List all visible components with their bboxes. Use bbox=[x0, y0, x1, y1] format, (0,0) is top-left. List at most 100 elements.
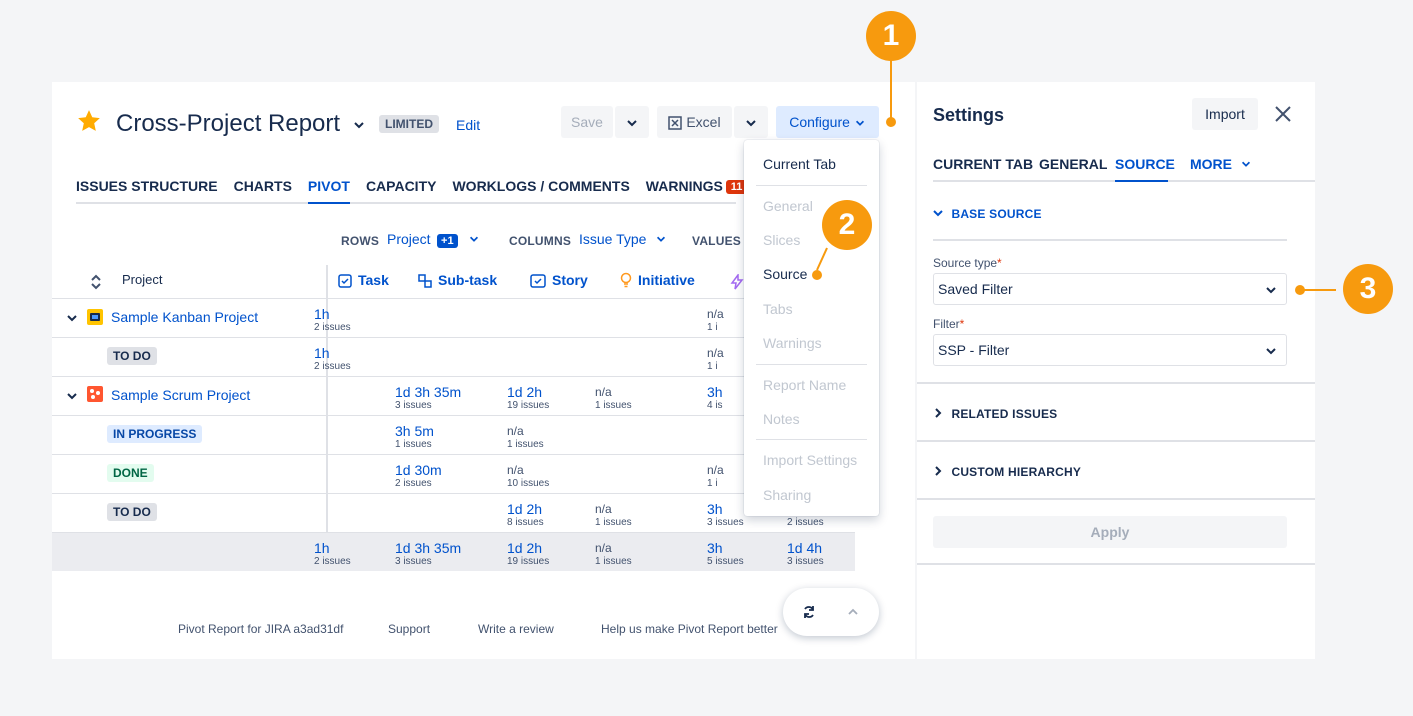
total-cell[interactable]: n/a 1 issues bbox=[595, 540, 632, 568]
callout-dot bbox=[886, 117, 896, 127]
source-type-value: Saved Filter bbox=[938, 281, 1013, 297]
related-issues-heading: RELATED ISSUES bbox=[951, 407, 1058, 421]
section-divider bbox=[933, 239, 1287, 241]
tab-more[interactable]: MORE bbox=[1190, 156, 1252, 172]
settings-panel: Settings Import CURRENT TAB GENERAL SOUR… bbox=[917, 82, 1315, 659]
rows-label: ROWS bbox=[341, 234, 380, 248]
value-cell[interactable]: n/a 1 i bbox=[707, 306, 724, 334]
menu-item-general[interactable]: General bbox=[763, 198, 813, 214]
menu-item-notes[interactable]: Notes bbox=[763, 411, 800, 427]
project-name-link[interactable]: Sample Scrum Project bbox=[111, 387, 250, 403]
write-review-link[interactable]: Write a review bbox=[478, 622, 554, 636]
configure-menu: Current Tab General Slices Source Tabs W… bbox=[744, 140, 879, 516]
filter-value: SSP - Filter bbox=[938, 342, 1010, 358]
total-cell[interactable]: 1d 2h 19 issues bbox=[507, 540, 549, 568]
menu-divider bbox=[756, 439, 867, 440]
value-cell[interactable]: 1h 2 issues bbox=[314, 345, 351, 373]
collapse-chevron-icon[interactable] bbox=[66, 312, 78, 324]
tab-charts[interactable]: CHARTS bbox=[234, 178, 308, 202]
close-icon[interactable] bbox=[1273, 104, 1293, 124]
chevron-down-icon bbox=[855, 120, 864, 127]
value-cell[interactable]: 3h 5m 1 issues bbox=[395, 423, 434, 451]
tab-worklogs-comments[interactable]: WORKLOGS / COMMENTS bbox=[452, 178, 645, 202]
columns-selector[interactable]: Issue Type bbox=[579, 231, 667, 249]
tab-general[interactable]: GENERAL bbox=[1039, 156, 1107, 172]
value-cell[interactable]: 1d 30m 2 issues bbox=[395, 462, 442, 490]
menu-item-report-name[interactable]: Report Name bbox=[763, 377, 846, 393]
value-cell[interactable]: 3h 4 is bbox=[707, 384, 723, 412]
menu-item-sharing[interactable]: Sharing bbox=[763, 487, 811, 503]
table-row: TO DO 1d 2h 8 issues n/a 1 issues 3h 3 issu… bbox=[52, 494, 855, 533]
value-cell[interactable]: n/a 1 i bbox=[707, 462, 724, 490]
scrum-project-icon bbox=[87, 386, 103, 402]
sort-icon[interactable] bbox=[90, 274, 102, 290]
value-cell[interactable]: 3h 3 issues bbox=[707, 501, 744, 529]
save-dropdown-button[interactable] bbox=[615, 106, 649, 138]
excel-label: Excel bbox=[686, 114, 721, 130]
support-link[interactable]: Support bbox=[388, 622, 430, 636]
tab-source[interactable]: SOURCE bbox=[1115, 156, 1175, 172]
excel-dropdown-button[interactable] bbox=[734, 106, 768, 138]
apply-button[interactable]: Apply bbox=[933, 516, 1287, 548]
column-header-initiative[interactable]: Initiative bbox=[620, 272, 695, 288]
column-header-task[interactable]: Task bbox=[338, 272, 389, 288]
total-cell[interactable]: 1d 4h 3 issues bbox=[787, 540, 824, 568]
filter-select[interactable]: SSP - Filter bbox=[933, 334, 1287, 366]
feedback-link[interactable]: Help us make Pivot Report better bbox=[601, 622, 778, 636]
excel-button[interactable]: Excel bbox=[657, 106, 732, 138]
star-icon[interactable] bbox=[76, 108, 102, 134]
rows-selector[interactable]: Project +1 bbox=[387, 231, 480, 249]
value-cell[interactable]: 1h 2 issues bbox=[314, 306, 351, 334]
tab-capacity[interactable]: CAPACITY bbox=[366, 178, 453, 202]
custom-hierarchy-toggle[interactable]: CUSTOM HIERARCHY bbox=[933, 463, 1081, 481]
total-cell[interactable]: 3h 5 issues bbox=[707, 540, 744, 568]
project-name-link[interactable]: Sample Kanban Project bbox=[111, 309, 258, 325]
value-cell[interactable]: n/a 1 i bbox=[707, 345, 724, 373]
totals-row: 1h 2 issues 1d 3h 35m 3 issues 1d 2h 19 iss… bbox=[52, 533, 855, 571]
callout-badge-1: 1 bbox=[866, 11, 916, 61]
value-cell[interactable]: 2 issues bbox=[787, 517, 824, 529]
section-divider bbox=[917, 440, 1315, 442]
project-column-header: Project bbox=[122, 272, 163, 287]
kanban-project-icon bbox=[87, 309, 103, 325]
chevron-up-icon[interactable] bbox=[847, 606, 859, 618]
value-cell[interactable]: 1d 2h 8 issues bbox=[507, 501, 544, 529]
total-cell[interactable]: 1h 2 issues bbox=[314, 540, 351, 568]
menu-item-source[interactable]: Source bbox=[763, 266, 807, 282]
chevron-down-icon[interactable] bbox=[352, 118, 366, 132]
collapse-chevron-icon[interactable] bbox=[66, 390, 78, 402]
section-divider bbox=[917, 563, 1315, 565]
status-badge: TO DO bbox=[107, 347, 157, 365]
total-cell[interactable]: 1d 3h 35m 3 issues bbox=[395, 540, 461, 568]
refresh-icon[interactable] bbox=[802, 605, 816, 619]
rows-extra-badge: +1 bbox=[437, 234, 458, 248]
column-header-sub-task[interactable]: Sub-task bbox=[418, 272, 497, 288]
tab-pivot[interactable]: PIVOT bbox=[307, 178, 366, 204]
menu-item-import-settings[interactable]: Import Settings bbox=[763, 452, 857, 468]
active-tab-underline bbox=[1115, 180, 1168, 182]
tab-issues-structure[interactable]: ISSUES STRUCTURE bbox=[76, 178, 234, 202]
base-source-toggle[interactable]: BASE SOURCE bbox=[933, 205, 1042, 223]
chevron-down-icon bbox=[1241, 161, 1250, 167]
import-button[interactable]: Import bbox=[1192, 98, 1258, 130]
menu-item-slices[interactable]: Slices bbox=[763, 232, 800, 248]
value-cell[interactable]: 1d 3h 35m 3 issues bbox=[395, 384, 461, 412]
menu-item-warnings[interactable]: Warnings bbox=[763, 335, 822, 351]
value-cell[interactable]: n/a 1 issues bbox=[595, 384, 632, 412]
menu-item-tabs[interactable]: Tabs bbox=[763, 301, 793, 317]
value-cell[interactable]: n/a 1 issues bbox=[595, 501, 632, 529]
value-cell[interactable]: n/a 10 issues bbox=[507, 462, 549, 490]
source-type-select[interactable]: Saved Filter bbox=[933, 273, 1287, 305]
value-cell[interactable]: 1d 2h 19 issues bbox=[507, 384, 549, 412]
column-header-story[interactable]: Story bbox=[530, 272, 588, 288]
configure-button[interactable]: Configure bbox=[776, 106, 879, 138]
tab-current-tab[interactable]: CURRENT TAB bbox=[933, 156, 1033, 172]
related-issues-toggle[interactable]: RELATED ISSUES bbox=[933, 405, 1057, 423]
value-cell[interactable]: n/a 1 issues bbox=[507, 423, 544, 451]
chevron-down-icon bbox=[746, 120, 756, 127]
report-title: Cross-Project Report bbox=[116, 110, 341, 137]
table-row: Sample Scrum Project 1d 3h 35m 3 issues 1… bbox=[52, 377, 855, 416]
menu-item-current-tab[interactable]: Current Tab bbox=[763, 156, 836, 172]
edit-link[interactable]: Edit bbox=[456, 117, 480, 133]
save-button[interactable]: Save bbox=[561, 106, 613, 138]
